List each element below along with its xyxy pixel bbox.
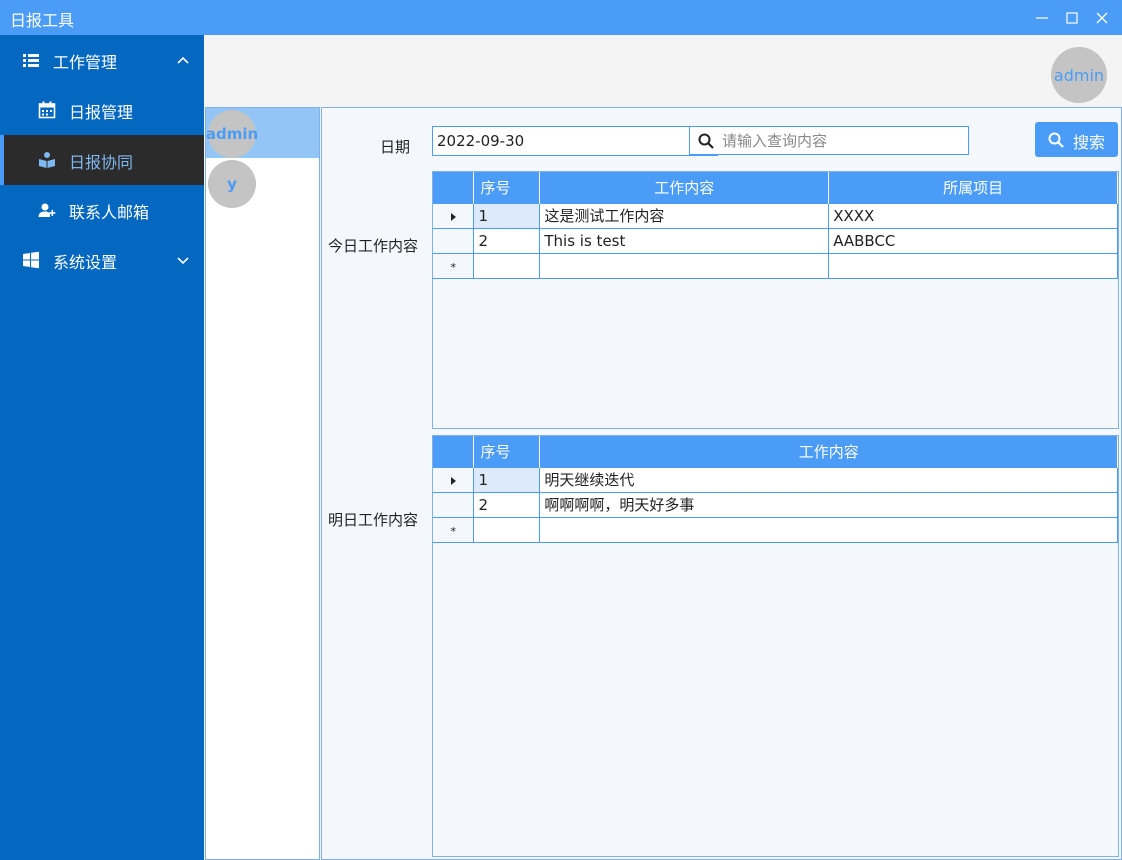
table-cell-content[interactable]: 明天继续迭代 xyxy=(539,466,1118,493)
table-cell-project[interactable]: XXXX xyxy=(828,202,1118,229)
table-cell-seq[interactable]: 1 xyxy=(473,202,541,229)
column-header-seq[interactable]: 序号 xyxy=(473,172,541,203)
close-icon xyxy=(1096,12,1108,23)
sidebar-item-daily-report-collaboration[interactable]: 日报协同 xyxy=(0,135,204,185)
table-row[interactable]: 1 明天继续迭代 xyxy=(433,466,1118,493)
minimize-button[interactable] xyxy=(1025,0,1059,35)
table-row[interactable]: 2 啊啊啊啊，明天好多事 xyxy=(433,491,1118,518)
sidebar-item-label: 日报协同 xyxy=(69,153,134,172)
new-row-marker: * xyxy=(433,252,475,279)
row-header-cell xyxy=(433,227,475,254)
avatar: y xyxy=(208,160,256,208)
table-cell-content[interactable]: 这是测试工作内容 xyxy=(539,202,830,229)
sidebar-item-system-settings[interactable]: 系统设置 xyxy=(0,235,204,285)
windows-icon xyxy=(23,251,39,269)
sidebar-item-label: 日报管理 xyxy=(69,103,134,122)
sidebar-item-label: 联系人邮箱 xyxy=(69,203,150,222)
table-cell-project[interactable]: AABBCC xyxy=(828,227,1118,254)
add-user-icon xyxy=(38,203,56,217)
list-item[interactable]: y xyxy=(206,158,319,208)
window-title: 日报工具 xyxy=(10,11,75,30)
list-item[interactable]: admin xyxy=(206,108,319,158)
new-row[interactable]: * xyxy=(433,252,1118,279)
column-header-content[interactable]: 工作内容 xyxy=(539,172,830,203)
table-row[interactable]: 1 这是测试工作内容 XXXX xyxy=(433,202,1118,229)
row-header-column xyxy=(433,172,475,203)
table-cell-seq[interactable]: 2 xyxy=(473,491,541,518)
avatar: admin xyxy=(206,110,258,158)
tomorrow-work-grid: 序号 工作内容 1 明天继续迭代 2 啊啊啊啊，明天好多事 * xyxy=(432,435,1119,857)
sidebar-item-label: 系统设置 xyxy=(53,253,118,272)
calendar-icon xyxy=(38,101,56,119)
table-cell-seq[interactable] xyxy=(473,252,541,279)
table-cell-seq[interactable] xyxy=(473,516,541,543)
date-picker[interactable]: 2022-09-30 xyxy=(432,126,718,156)
table-cell-content[interactable]: This is test xyxy=(539,227,830,254)
sidebar-item-contact-email[interactable]: 联系人邮箱 xyxy=(0,185,204,235)
sidebar-item-work-management[interactable]: 工作管理 xyxy=(0,35,204,85)
chevron-up-icon xyxy=(177,56,189,64)
table-cell-seq[interactable]: 2 xyxy=(473,227,541,254)
today-work-grid: 序号 工作内容 所属项目 1 这是测试工作内容 XXXX 2 This is t… xyxy=(432,171,1119,429)
table-cell-content[interactable] xyxy=(539,252,830,279)
table-cell-seq[interactable]: 1 xyxy=(473,466,541,493)
close-button[interactable] xyxy=(1085,0,1119,35)
today-work-label: 今日工作内容 xyxy=(328,237,419,255)
date-label: 日期 xyxy=(380,138,411,156)
search-icon xyxy=(1048,132,1064,148)
table-row[interactable]: 2 This is test AABBCC xyxy=(433,227,1118,254)
column-header-content[interactable]: 工作内容 xyxy=(539,436,1118,467)
row-header-column xyxy=(433,436,475,467)
avatar[interactable]: admin xyxy=(1051,47,1107,103)
minimize-icon xyxy=(1036,16,1048,19)
sidebar: 工作管理 日报管理 日报协同 联系人邮箱 系统设置 xyxy=(0,35,204,860)
user-list: admin y xyxy=(205,107,320,860)
table-cell-content[interactable]: 啊啊啊啊，明天好多事 xyxy=(539,491,1118,518)
chevron-down-icon xyxy=(177,257,189,265)
column-header-project[interactable]: 所属项目 xyxy=(828,172,1118,203)
current-row-marker xyxy=(433,202,475,229)
column-header-seq[interactable]: 序号 xyxy=(473,436,541,467)
new-row-marker: * xyxy=(433,516,475,543)
search-icon xyxy=(698,133,714,149)
list-icon xyxy=(23,54,39,67)
search-button-label: 搜索 xyxy=(1073,133,1106,152)
current-row-marker xyxy=(433,466,475,493)
maximize-icon xyxy=(1066,11,1078,24)
sidebar-item-label: 工作管理 xyxy=(53,53,118,72)
sidebar-item-daily-report-management[interactable]: 日报管理 xyxy=(0,85,204,135)
reading-user-icon xyxy=(39,152,55,168)
table-cell-project[interactable] xyxy=(828,252,1118,279)
search-button[interactable]: 搜索 xyxy=(1035,122,1118,157)
new-row[interactable]: * xyxy=(433,516,1118,543)
search-field[interactable] xyxy=(689,126,969,155)
tomorrow-work-label: 明日工作内容 xyxy=(328,511,419,529)
table-cell-content[interactable] xyxy=(539,516,1118,543)
search-input[interactable] xyxy=(722,129,962,153)
row-header-cell xyxy=(433,491,475,518)
maximize-button[interactable] xyxy=(1055,0,1089,35)
title-bar: 日报工具 xyxy=(0,0,1122,35)
